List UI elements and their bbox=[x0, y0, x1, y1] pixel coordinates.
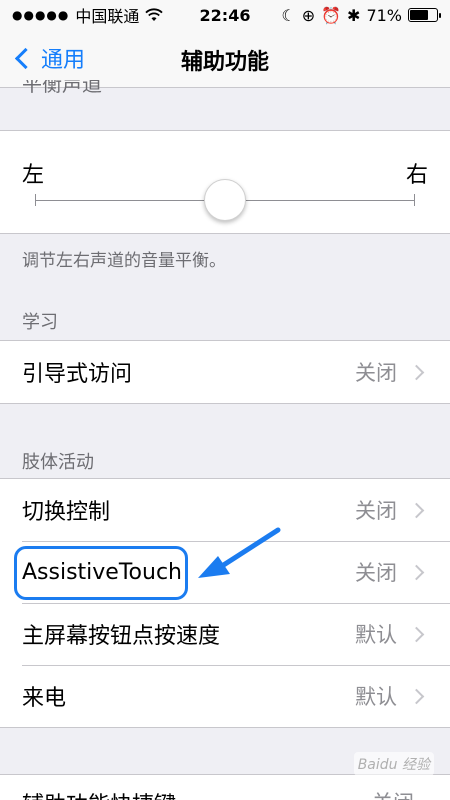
incoming-calls-row[interactable]: 来电 默认 bbox=[0, 665, 450, 727]
row-label: AssistiveTouch bbox=[22, 559, 182, 585]
row-label: 辅助功能快捷键 bbox=[22, 787, 372, 800]
section-header-learning: 学习 bbox=[22, 312, 58, 333]
moon-icon: ☾ bbox=[281, 5, 296, 25]
learning-group: 引导式访问 关闭 bbox=[0, 340, 450, 404]
slider-tick-left bbox=[35, 194, 36, 206]
balance-slider-group: 左 右 bbox=[0, 130, 450, 234]
battery-level bbox=[410, 10, 429, 20]
rotation-lock-icon: ⊕ bbox=[301, 5, 316, 25]
chevron-right-icon bbox=[408, 626, 425, 642]
row-value: 默认 bbox=[355, 685, 397, 709]
physical-group: 切换控制 关闭 AssistiveTouch 关闭 主屏幕按钮点按速度 默认 来… bbox=[0, 478, 450, 728]
chevron-right-icon bbox=[408, 364, 425, 380]
row-value: 默认 bbox=[355, 623, 397, 647]
partial-scrolled-text: 平衡声道 bbox=[22, 80, 102, 94]
alarm-icon: ⏰ bbox=[321, 5, 342, 25]
watermark: Baidu 经验 bbox=[353, 752, 434, 776]
assistive-touch-row[interactable]: AssistiveTouch 关闭 bbox=[0, 541, 450, 603]
shortcut-group: 辅助功能快捷键 关闭 bbox=[0, 774, 450, 800]
row-value: 关闭 bbox=[355, 499, 397, 523]
battery-icon bbox=[408, 8, 441, 22]
balance-left-label: 左 bbox=[22, 163, 45, 188]
signal-strength-icon: ●●●●● bbox=[12, 8, 70, 22]
home-click-speed-row[interactable]: 主屏幕按钮点按速度 默认 bbox=[0, 603, 450, 665]
battery-percent: 71% bbox=[366, 5, 402, 25]
row-label: 来电 bbox=[22, 686, 67, 711]
section-header-physical: 肢体活动 bbox=[22, 452, 94, 473]
switch-control-row[interactable]: 切换控制 关闭 bbox=[0, 479, 450, 541]
chevron-right-icon bbox=[408, 688, 425, 704]
guided-access-row[interactable]: 引导式访问 关闭 bbox=[0, 341, 450, 403]
chevron-right-icon bbox=[408, 564, 425, 580]
carrier-name: 中国联通 bbox=[75, 7, 140, 26]
chevron-right-icon bbox=[408, 502, 425, 518]
balance-right-label: 右 bbox=[405, 163, 428, 188]
status-bar: ●●●●● 中国联通 22:46 ☾ ⊕ ⏰ ✱ 71% bbox=[0, 0, 450, 30]
accessibility-shortcut-row[interactable]: 辅助功能快捷键 关闭 bbox=[0, 775, 450, 800]
balance-footer: 调节左右声道的音量平衡。 bbox=[22, 251, 226, 271]
row-value: 关闭 bbox=[372, 787, 414, 800]
wifi-icon bbox=[145, 8, 164, 21]
slider-tick-right bbox=[414, 194, 415, 206]
row-label: 引导式访问 bbox=[22, 362, 133, 387]
bluetooth-icon: ✱ bbox=[347, 5, 361, 25]
row-value: 关闭 bbox=[355, 561, 397, 585]
row-label: 切换控制 bbox=[22, 500, 111, 525]
page-title: 辅助功能 bbox=[180, 50, 269, 75]
balance-slider-knob[interactable] bbox=[204, 179, 246, 221]
row-label: 主屏幕按钮点按速度 bbox=[22, 624, 221, 649]
row-value: 关闭 bbox=[355, 361, 397, 385]
